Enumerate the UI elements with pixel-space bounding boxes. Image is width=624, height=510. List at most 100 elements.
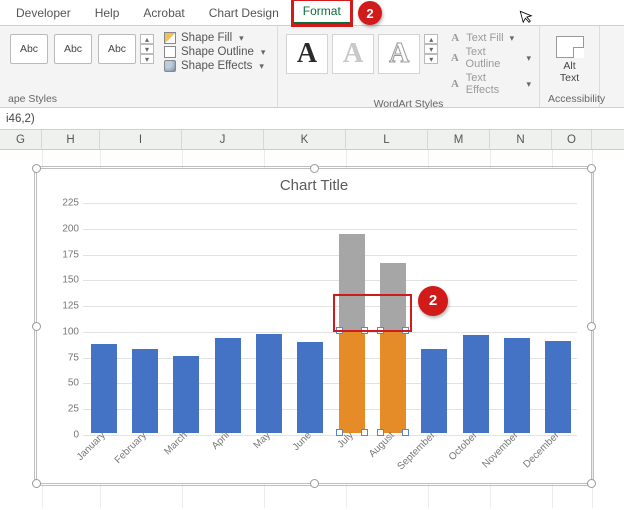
chart-title[interactable]: Chart Title: [37, 169, 591, 196]
bar-front[interactable]: [504, 338, 530, 433]
resize-handle[interactable]: [587, 322, 596, 331]
col-header[interactable]: N: [490, 130, 552, 149]
tab-developer[interactable]: Developer: [6, 2, 81, 24]
bar-front[interactable]: [173, 356, 199, 433]
resize-handle[interactable]: [310, 479, 319, 488]
wordart-preset-1[interactable]: A: [286, 34, 328, 74]
text-outline-menu[interactable]: AText Outline▾: [448, 46, 531, 70]
text-effects-menu[interactable]: AText Effects▾: [448, 72, 531, 96]
x-tick-label: May: [252, 430, 273, 451]
bar-front[interactable]: [463, 335, 489, 433]
x-tick-label: December: [522, 430, 562, 470]
x-tick-label: November: [480, 430, 520, 470]
effects-icon: [164, 60, 176, 72]
bar-front[interactable]: [339, 330, 365, 433]
bar-front[interactable]: [256, 334, 282, 433]
data-point-handle[interactable]: [361, 327, 368, 334]
wordart-gallery-spinner[interactable]: ▴ ▾ ▾: [424, 34, 438, 64]
bar-front[interactable]: [132, 349, 158, 433]
chart-bars[interactable]: [83, 203, 577, 433]
tab-acrobat[interactable]: Acrobat: [133, 2, 194, 24]
shape-style-preset-1[interactable]: Abc: [10, 34, 48, 64]
y-tick: 25: [51, 404, 79, 415]
resize-handle[interactable]: [32, 164, 41, 173]
group-label-wordart: WordArt Styles: [286, 96, 531, 110]
x-tick-label: September: [396, 430, 438, 472]
chart-object[interactable]: Chart Title 0255075100125150175200225 2 …: [36, 168, 592, 484]
col-header[interactable]: K: [264, 130, 346, 149]
worksheet-area[interactable]: Chart Title 0255075100125150175200225 2 …: [0, 150, 624, 508]
chevron-down-icon[interactable]: ▾: [424, 44, 438, 54]
bar-front[interactable]: [91, 344, 117, 433]
col-header[interactable]: J: [182, 130, 264, 149]
data-point-handle[interactable]: [377, 327, 384, 334]
col-header[interactable]: G: [0, 130, 42, 149]
pencil-icon: [164, 46, 176, 58]
tab-format[interactable]: Format: [293, 0, 351, 25]
x-axis[interactable]: JanuaryFebruaryMarchAprilMayJuneJulyAugu…: [83, 435, 577, 479]
shape-style-gallery-spinner[interactable]: ▴ ▾ ▾: [140, 34, 154, 64]
y-tick: 175: [51, 249, 79, 260]
shape-fill-menu[interactable]: Shape Fill▾: [164, 32, 265, 44]
chevron-up-icon[interactable]: ▴: [424, 34, 438, 44]
chevron-down-icon[interactable]: ▾: [140, 44, 154, 54]
chevron-up-icon[interactable]: ▴: [140, 34, 154, 44]
column-headers: G H I J K L M N O: [0, 130, 624, 150]
tab-chart-design[interactable]: Chart Design: [199, 2, 289, 24]
text-outline-icon: A: [448, 52, 461, 64]
x-tick-label: August: [367, 430, 397, 460]
data-point-handle[interactable]: [402, 327, 409, 334]
resize-handle[interactable]: [587, 164, 596, 173]
alt-text-button[interactable]: AltText: [560, 60, 579, 84]
chevron-down-icon: ▾: [259, 61, 264, 72]
text-effects-icon: A: [448, 78, 462, 90]
y-tick: 50: [51, 378, 79, 389]
col-header[interactable]: L: [346, 130, 428, 149]
bar-front[interactable]: [545, 341, 571, 433]
x-tick-label: February: [113, 430, 149, 466]
resize-handle[interactable]: [32, 322, 41, 331]
col-header[interactable]: I: [100, 130, 182, 149]
chevron-more-icon[interactable]: ▾: [140, 54, 154, 64]
y-tick: 125: [51, 301, 79, 312]
shape-style-preset-2[interactable]: Abc: [54, 34, 92, 64]
y-tick: 75: [51, 352, 79, 363]
col-header[interactable]: O: [552, 130, 592, 149]
x-tick-label: April: [210, 430, 232, 452]
ribbon-body: Abc Abc Abc ▴ ▾ ▾ Shape Fill▾ Shape Outl…: [0, 26, 624, 108]
group-label-shape-styles: ape Styles: [8, 91, 269, 105]
col-header[interactable]: M: [428, 130, 490, 149]
shape-outline-menu[interactable]: Shape Outline▾: [164, 46, 265, 58]
callout-badge-1: 2: [358, 1, 382, 25]
tab-help[interactable]: Help: [85, 2, 130, 24]
resize-handle[interactable]: [32, 479, 41, 488]
bar-front[interactable]: [297, 342, 323, 433]
ribbon-tabs: Developer Help Acrobat Chart Design Form…: [0, 0, 624, 26]
formula-bar[interactable]: i46,2): [0, 108, 624, 130]
chevron-down-icon: ▾: [239, 33, 244, 44]
plot-area[interactable]: 0255075100125150175200225 2: [83, 203, 577, 433]
col-header[interactable]: H: [42, 130, 100, 149]
bar-front[interactable]: [215, 338, 241, 433]
x-tick-label: October: [446, 430, 479, 463]
wordart-preset-2[interactable]: A: [332, 34, 374, 74]
y-tick: 100: [51, 326, 79, 337]
y-tick: 200: [51, 223, 79, 234]
y-tick: 225: [51, 198, 79, 209]
shape-effects-menu[interactable]: Shape Effects▾: [164, 60, 265, 72]
resize-handle[interactable]: [310, 164, 319, 173]
chevron-more-icon[interactable]: ▾: [424, 54, 438, 64]
x-tick-label: January: [74, 430, 107, 463]
group-accessibility: AltText Accessibility: [540, 26, 600, 107]
text-fill-menu[interactable]: AText Fill▾: [448, 32, 531, 44]
bar-front[interactable]: [380, 330, 406, 433]
wordart-preset-3[interactable]: A: [378, 34, 420, 74]
bar-front[interactable]: [421, 349, 447, 433]
y-tick: 150: [51, 275, 79, 286]
resize-handle[interactable]: [587, 479, 596, 488]
shape-style-preset-3[interactable]: Abc: [98, 34, 136, 64]
data-point-handle[interactable]: [336, 327, 343, 334]
bucket-icon: [164, 32, 176, 44]
y-axis[interactable]: 0255075100125150175200225: [49, 203, 79, 433]
y-tick: 0: [51, 430, 79, 441]
